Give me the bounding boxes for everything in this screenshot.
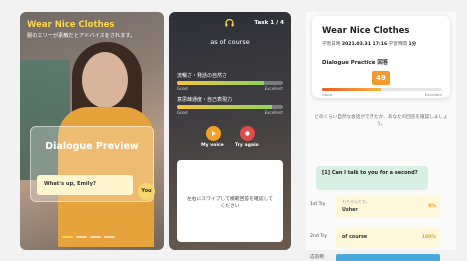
try-label: 応答例 [310, 255, 324, 260]
date-label: 学習日時 [322, 42, 341, 47]
page-indicator [62, 236, 115, 238]
page-dot [76, 236, 87, 238]
meter-label: 流暢さ・発話の自然さ [177, 73, 228, 79]
try-answer: Usher [342, 208, 358, 213]
meter-fill [177, 105, 273, 109]
meter-low: Good [177, 86, 188, 91]
result-note: どのくらい自然な会話ができたか、あなたの回答を確認しましょう。 [314, 115, 448, 127]
try-again-label: Try again [235, 143, 259, 148]
meter-high: Excellent [264, 86, 283, 91]
try-again-button[interactable]: Try again [235, 126, 259, 148]
try-hint: もちろんです。 [342, 199, 370, 204]
my-voice-label: My voice [201, 143, 224, 148]
try-percent: 100% [421, 235, 436, 240]
score-fill [322, 88, 381, 91]
preview-screen: Wear Nice Clothes 服のエリーが素敵だとアドバイスをされます。 … [20, 12, 164, 250]
my-voice-button[interactable]: My voice [201, 126, 224, 148]
try-card[interactable]: もちろんです。 Usher 8% [336, 196, 440, 218]
try-answer: of course [342, 235, 368, 240]
result-meta: 学習日時 2021.03.31 17:16 学習時間 1分 [322, 41, 416, 47]
score-bar [322, 88, 442, 91]
practice-screen: Task 1 / 4 as of course 流暢さ・発話の自然さ Good E… [169, 12, 291, 250]
meter-high: Excellent [264, 110, 283, 115]
expression-meter: 意思疎通度・自己表現力 Good Excellent [177, 96, 283, 115]
page-dot [104, 236, 115, 238]
fluency-meter: 流暢さ・発話の自然さ Good Excellent [177, 72, 283, 91]
swipe-instruction: 左右にスワイプして模範回答を確認してください [186, 197, 274, 209]
target-phrase: as of course [210, 38, 250, 46]
task-counter: Task 1 / 4 [254, 20, 284, 26]
speech-bubble: What's up, Emily? [37, 175, 133, 195]
try-card[interactable]: of course 100% [336, 228, 440, 248]
page-dot [62, 236, 73, 238]
you-badge: You [138, 183, 155, 200]
try-label: 1st Try [310, 202, 326, 207]
date-value: 2021.03.31 17:16 [341, 42, 388, 47]
record-icon [245, 131, 250, 136]
result-panel: Wear Nice Clothes 学習日時 2021.03.31 17:16 … [306, 12, 456, 261]
play-icon [212, 131, 216, 136]
result-card: Wear Nice Clothes 学習日時 2021.03.31 17:16 … [312, 16, 450, 98]
dialogue-preview-card[interactable]: Dialogue Preview What's up, Emily? You [30, 126, 155, 202]
meter-fill [177, 81, 264, 85]
meter-label: 意思疎通度・自己表現力 [177, 97, 233, 103]
result-title: Wear Nice Clothes [322, 26, 410, 36]
question-text: Can I talk to you for a second? [331, 170, 418, 176]
screen: Wear Nice Clothes 服のエリーが素敵だとアドバイスをされます。 … [0, 0, 467, 261]
lesson-subtitle: 服のエリーが素敵だとアドバイスをされます。 [27, 33, 136, 39]
time-value: 1分 [408, 42, 417, 47]
try-label: 2nd Try [310, 234, 327, 239]
lesson-title: Wear Nice Clothes [27, 20, 115, 30]
score-low: Good [322, 92, 332, 97]
practice-label: Dialogue Practice 回答 [322, 60, 389, 66]
time-label: 学習時間 [388, 42, 408, 47]
question-number: [1] [322, 170, 331, 176]
question-bubble: [1] Can I talk to you for a second? [316, 166, 428, 190]
sample-answer-card[interactable] [336, 254, 440, 261]
score-badge: 49 [372, 71, 390, 85]
model-answer-card[interactable]: 左右にスワイプして模範回答を確認してください [177, 160, 283, 242]
headphones-icon [225, 18, 234, 29]
meter-low: Good [177, 110, 188, 115]
try-percent: 8% [428, 204, 436, 209]
dialogue-preview-title: Dialogue Preview [45, 141, 139, 152]
page-dot [90, 236, 101, 238]
score-high: Excellent [424, 92, 442, 97]
